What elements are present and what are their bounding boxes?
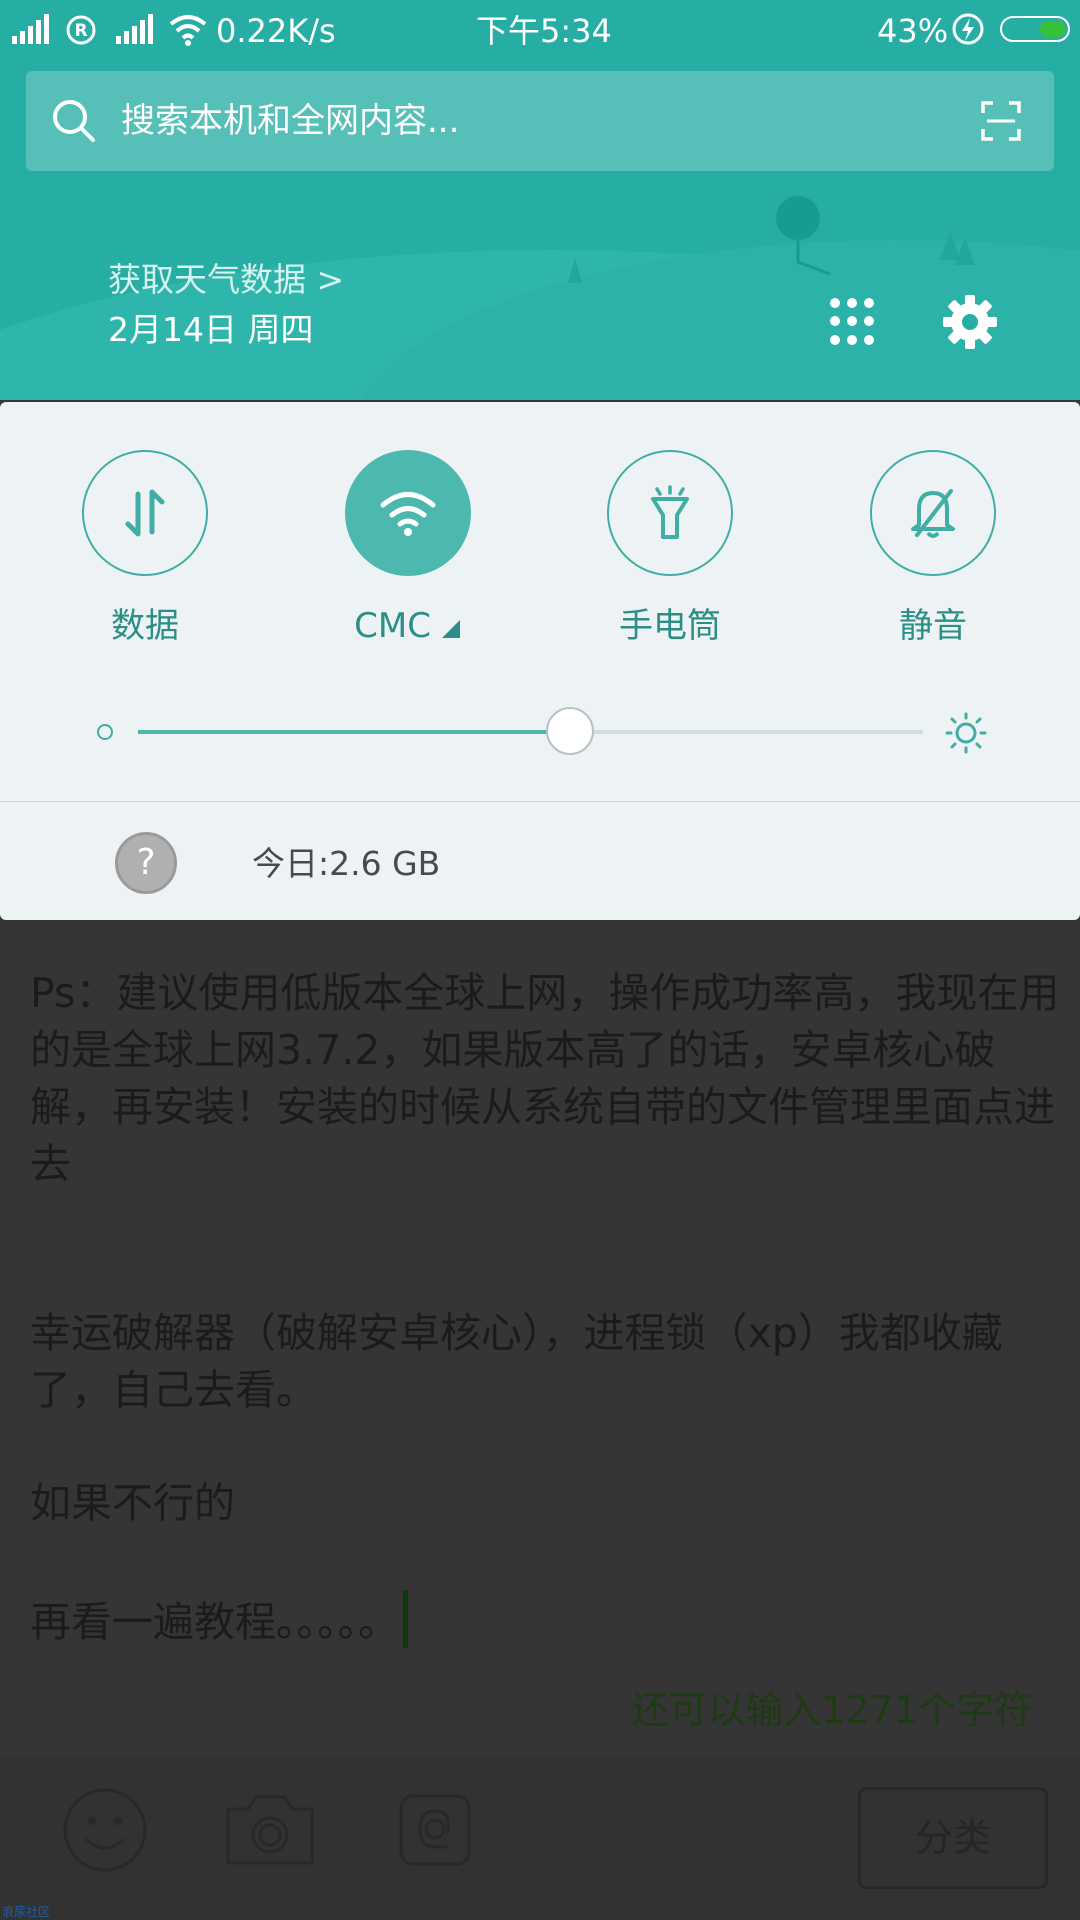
charging-icon bbox=[952, 13, 984, 45]
brightness-fill bbox=[138, 730, 570, 734]
bell-off-icon bbox=[911, 489, 955, 538]
tile-flashlight[interactable]: 手电筒 bbox=[570, 450, 770, 648]
clock: 下午5:34 bbox=[476, 12, 612, 50]
tile-mute-label: 静音 bbox=[899, 606, 967, 646]
battery-percent: 43% bbox=[877, 12, 949, 50]
brightness-track[interactable] bbox=[138, 707, 923, 755]
watermark: 浪尿社区 bbox=[2, 1905, 51, 1919]
signal-strength-icon bbox=[12, 14, 49, 44]
editor-toolbar: 分类 bbox=[0, 1755, 1080, 1920]
tile-data-toggle[interactable] bbox=[82, 450, 208, 576]
wifi-icon bbox=[380, 492, 436, 536]
weather-link[interactable]: 获取天气数据 > bbox=[108, 258, 344, 302]
tile-wifi-label: CMC bbox=[308, 604, 508, 648]
category-button[interactable]: 分类 bbox=[858, 1787, 1048, 1889]
quick-settings-panel: 数据 CMC 手电筒 静音 ? 今日:2.6 GB bbox=[0, 402, 1080, 920]
brightness-low-icon bbox=[97, 724, 113, 740]
roaming-icon: R bbox=[66, 15, 96, 45]
tile-wifi[interactable]: CMC bbox=[308, 450, 508, 648]
flashlight-icon bbox=[651, 485, 689, 539]
tile-flashlight-toggle[interactable] bbox=[607, 450, 733, 576]
tile-mute[interactable]: 静音 bbox=[833, 450, 1033, 648]
tile-data-label: 数据 bbox=[111, 606, 179, 646]
editor-paragraph-text: 再看一遍教程。。。。。 bbox=[30, 1598, 399, 1646]
scan-icon[interactable] bbox=[981, 101, 1021, 141]
wifi-network-name: CMC bbox=[354, 606, 431, 646]
brightness-slider[interactable] bbox=[0, 702, 1080, 762]
battery-level bbox=[1039, 21, 1065, 37]
char-count-hint: 还可以输入1271个字符 bbox=[631, 1688, 1032, 1732]
brightness-thumb[interactable] bbox=[545, 707, 594, 755]
tile-flashlight-label: 手电筒 bbox=[619, 606, 721, 646]
svg-text:R: R bbox=[74, 21, 87, 41]
camera-icon[interactable] bbox=[224, 1791, 316, 1867]
network-speed: 0.22K/s bbox=[216, 12, 336, 50]
date-label: 2月14日 周四 bbox=[108, 310, 314, 349]
text-caret bbox=[403, 1590, 408, 1648]
tile-wifi-toggle[interactable] bbox=[345, 450, 471, 576]
editor-paragraph: 如果不行的 bbox=[30, 1479, 235, 1527]
battery-icon bbox=[1000, 16, 1070, 42]
tree-decoration bbox=[568, 257, 582, 283]
tile-mute-toggle[interactable] bbox=[870, 450, 996, 576]
wifi-status-icon bbox=[169, 15, 207, 46]
data-usage-today: 今日:2.6 GB bbox=[252, 844, 441, 883]
notification-header: R 0.22K/s 下午5:34 43% 搜索本机和全网内容... 获取天气数据… bbox=[0, 0, 1080, 400]
data-usage-row[interactable]: ? 今日:2.6 GB bbox=[0, 802, 1080, 920]
status-bar: R 0.22K/s 下午5:34 43% bbox=[0, 0, 1080, 62]
gear-icon[interactable] bbox=[940, 292, 1000, 352]
tile-data[interactable]: 数据 bbox=[45, 450, 245, 648]
signal-strength-icon bbox=[116, 14, 153, 44]
mention-icon[interactable] bbox=[398, 1793, 472, 1867]
data-arrows-icon bbox=[125, 489, 165, 537]
search-placeholder: 搜索本机和全网内容... bbox=[121, 101, 460, 141]
help-icon[interactable]: ? bbox=[115, 832, 177, 894]
search-icon bbox=[53, 100, 95, 142]
brightness-high-icon bbox=[945, 712, 987, 754]
editor-paragraph: 幸运破解器（破解安卓核心），进程锁（xp）我都收藏了，自己去看。 bbox=[30, 1309, 1003, 1414]
editor-paragraph-last: 再看一遍教程。。。。。 bbox=[30, 1590, 408, 1651]
editor-paragraph: Ps：建议使用低版本全球上网，操作成功率高，我现在用的是全球上网3.7.2，如果… bbox=[30, 969, 1060, 1188]
emoji-icon[interactable] bbox=[62, 1787, 148, 1873]
tree-decoration bbox=[776, 196, 975, 276]
dropdown-corner-icon[interactable] bbox=[440, 618, 462, 640]
search-bar[interactable]: 搜索本机和全网内容... bbox=[26, 71, 1054, 171]
apps-grid-icon[interactable] bbox=[830, 298, 878, 346]
